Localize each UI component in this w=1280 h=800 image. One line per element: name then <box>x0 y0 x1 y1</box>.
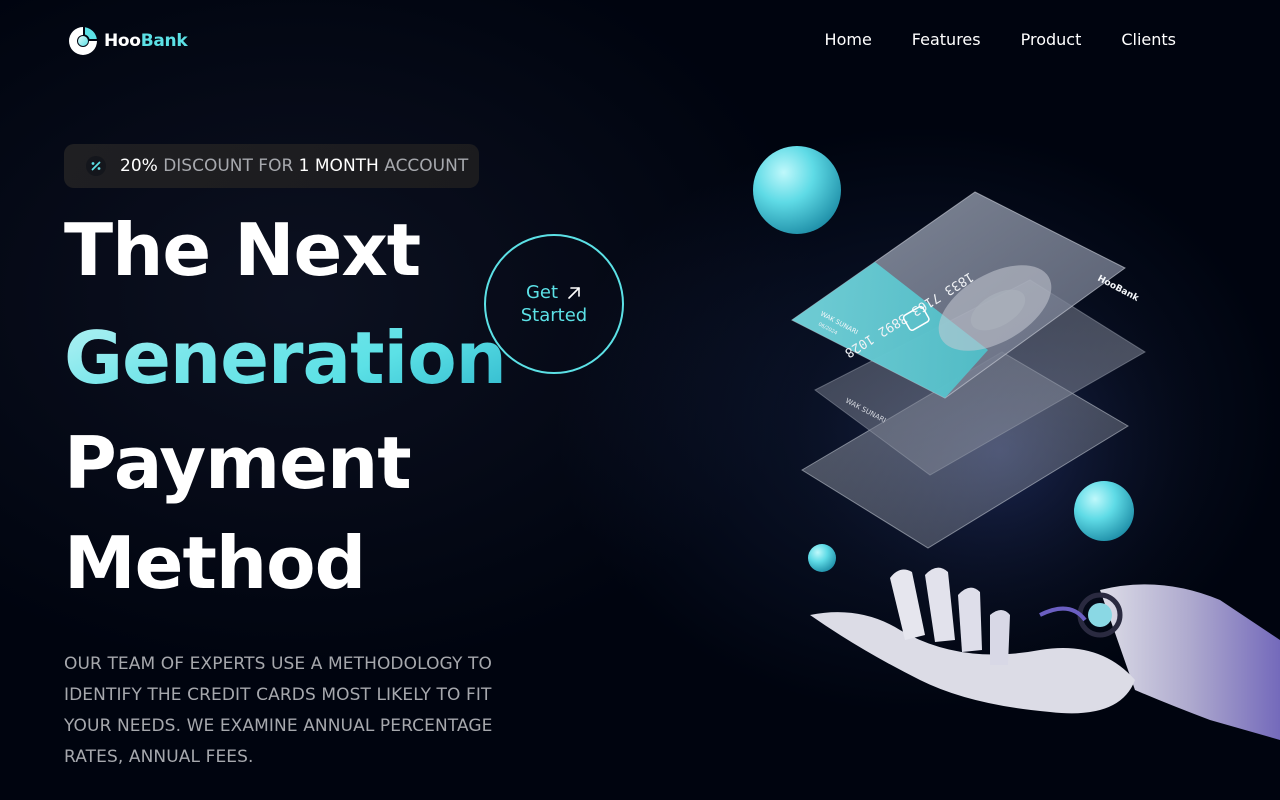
nav-item-clients[interactable]: Clients <box>1121 30 1176 49</box>
logo-text: HooBank <box>104 31 188 51</box>
hero-title-line-2: Generation <box>64 316 507 400</box>
logo-text-hoo: Hoo <box>104 31 141 51</box>
get-started-label-2: Started <box>520 305 588 326</box>
sphere-medium <box>1074 481 1134 541</box>
nav-item-product[interactable]: Product <box>1021 30 1082 49</box>
discount-label-2: ACCOUNT <box>378 156 469 176</box>
discount-percent-icon <box>86 156 106 176</box>
nav-item-home[interactable]: Home <box>825 30 872 49</box>
hero-title-line-4: Method <box>64 521 366 605</box>
logo-text-bank: Bank <box>140 31 188 51</box>
discount-badge: 20% DISCOUNT FOR 1 MONTH ACCOUNT <box>64 144 479 188</box>
arrow-up-right-icon <box>568 286 580 299</box>
hero-title-line-3: Payment <box>64 421 412 505</box>
get-started-button[interactable]: Get Started <box>484 234 624 374</box>
hero-description: OUR TEAM OF EXPERTS USE A METHODOLOGY TO… <box>64 654 493 767</box>
sphere-small <box>808 544 836 572</box>
nav-item-features[interactable]: Features <box>912 30 981 49</box>
hoobank-logo[interactable]: HooBank <box>66 24 188 58</box>
discount-duration: 1 MONTH <box>298 156 379 176</box>
discount-label-1: DISCOUNT FOR <box>157 156 299 176</box>
get-started-row-2: Started <box>521 304 587 327</box>
hoobank-logo-icon <box>69 27 97 55</box>
sphere-large <box>753 146 841 234</box>
discount-text: 20% DISCOUNT FOR 1 MONTH ACCOUNT <box>120 156 468 176</box>
main-nav: Home Features Product Clients <box>825 30 1176 49</box>
get-started-label-1: Get <box>525 282 559 303</box>
hero-title-line-1: The Next <box>64 208 421 292</box>
get-started-row-1: Get <box>526 281 582 304</box>
robot-hand-cards-illustration: WAK SUNARI 1833 7163 3892 1028 HooBank W… <box>753 146 1280 740</box>
discount-value: 20% <box>120 156 158 176</box>
